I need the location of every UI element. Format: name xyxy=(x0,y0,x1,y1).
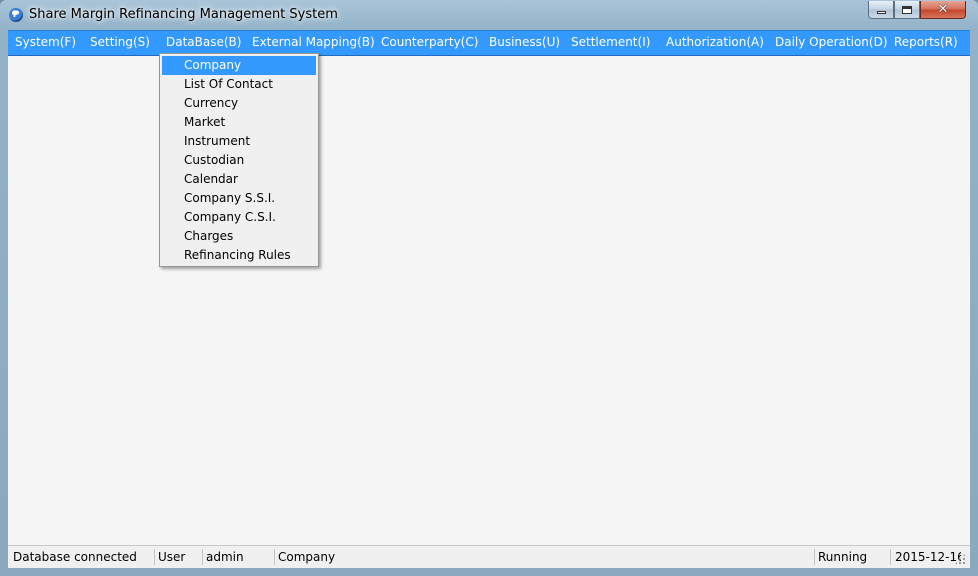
menu-item-charges[interactable]: Charges xyxy=(162,227,316,246)
window-title: Share Margin Refinancing Management Syst… xyxy=(29,7,338,22)
title-bar[interactable]: P Share Margin Refinancing Management Sy… xyxy=(0,0,978,30)
menu-item-custodian[interactable]: Custodian xyxy=(162,151,316,170)
minimize-icon xyxy=(876,11,886,14)
status-bar: Database connected User admin Company Ru… xyxy=(8,545,970,568)
menu-item-market[interactable]: Market xyxy=(162,113,316,132)
status-user-label: User xyxy=(158,550,186,564)
app-logo-icon[interactable]: P xyxy=(9,8,23,22)
status-connection: Database connected xyxy=(13,550,137,564)
status-date: 2015-12-16 xyxy=(895,550,961,564)
close-icon: ✕ xyxy=(937,2,949,17)
client-area: System(F) Setting(S) DataBase(B) Externa… xyxy=(8,30,970,568)
status-current-module: Company xyxy=(278,550,336,564)
menu-counterparty[interactable]: Counterparty(C) xyxy=(381,35,478,49)
maximize-icon xyxy=(902,5,912,14)
menu-item-refinancing-rules[interactable]: Refinancing Rules xyxy=(162,246,316,265)
menu-external-mapping[interactable]: External Mapping(B) xyxy=(252,35,375,49)
menu-database[interactable]: DataBase(B) xyxy=(166,35,241,49)
status-state: Running xyxy=(818,550,868,564)
menu-item-company[interactable]: Company xyxy=(162,56,316,75)
menu-daily-operation[interactable]: Daily Operation(D) xyxy=(775,35,888,49)
menu-item-list-of-contact[interactable]: List Of Contact xyxy=(162,75,316,94)
menu-system[interactable]: System(F) xyxy=(15,35,76,49)
menu-settlement[interactable]: Settlement(I) xyxy=(571,35,650,49)
menu-bar: System(F) Setting(S) DataBase(B) Externa… xyxy=(8,30,970,56)
menu-item-currency[interactable]: Currency xyxy=(162,94,316,113)
menu-item-calendar[interactable]: Calendar xyxy=(162,170,316,189)
menu-item-instrument[interactable]: Instrument xyxy=(162,132,316,151)
minimize-button[interactable] xyxy=(868,1,894,19)
database-dropdown-menu: Company List Of Contact Currency Market … xyxy=(159,53,319,267)
status-user-name: admin xyxy=(206,550,244,564)
menu-reports[interactable]: Reports(R) xyxy=(894,35,958,49)
maximize-button[interactable] xyxy=(894,1,920,19)
menu-setting[interactable]: Setting(S) xyxy=(90,35,150,49)
menu-item-company-ssi[interactable]: Company S.S.I. xyxy=(162,189,316,208)
menu-authorization[interactable]: Authorization(A) xyxy=(666,35,764,49)
menu-item-company-csi[interactable]: Company C.S.I. xyxy=(162,208,316,227)
close-button[interactable]: ✕ xyxy=(920,1,966,19)
app-window: P Share Margin Refinancing Management Sy… xyxy=(0,0,978,576)
menu-business[interactable]: Business(U) xyxy=(489,35,560,49)
